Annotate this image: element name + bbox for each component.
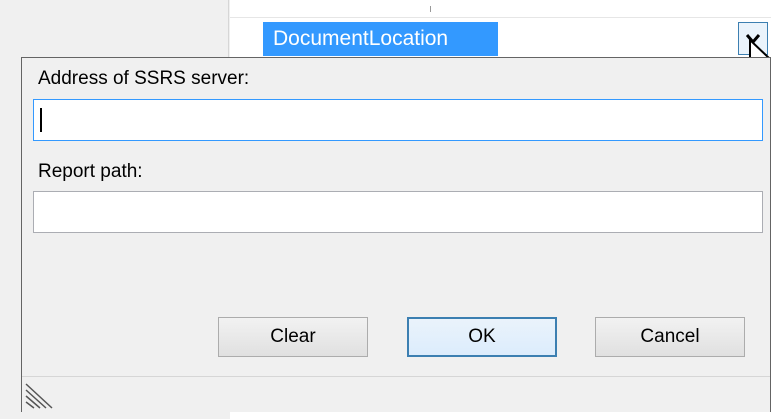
property-value-selected[interactable]: DocumentLocation — [263, 22, 498, 56]
text-caret — [40, 108, 42, 132]
server-address-label: Address of SSRS server: — [38, 68, 250, 89]
report-path-label: Report path: — [38, 161, 143, 182]
grid-divider — [228, 0, 229, 60]
ok-button[interactable]: OK — [407, 317, 557, 357]
grid-row-line — [230, 17, 771, 18]
report-path-input[interactable] — [33, 191, 763, 233]
server-address-input[interactable] — [33, 99, 763, 141]
ssrs-location-dialog: Address of SSRS server: Report path: Cle… — [21, 57, 771, 412]
dialog-status-bar — [22, 376, 770, 412]
cancel-button[interactable]: Cancel — [595, 317, 745, 357]
clear-button[interactable]: Clear — [218, 317, 368, 357]
resize-grip-icon[interactable] — [24, 382, 54, 410]
grid-tick — [430, 6, 431, 12]
